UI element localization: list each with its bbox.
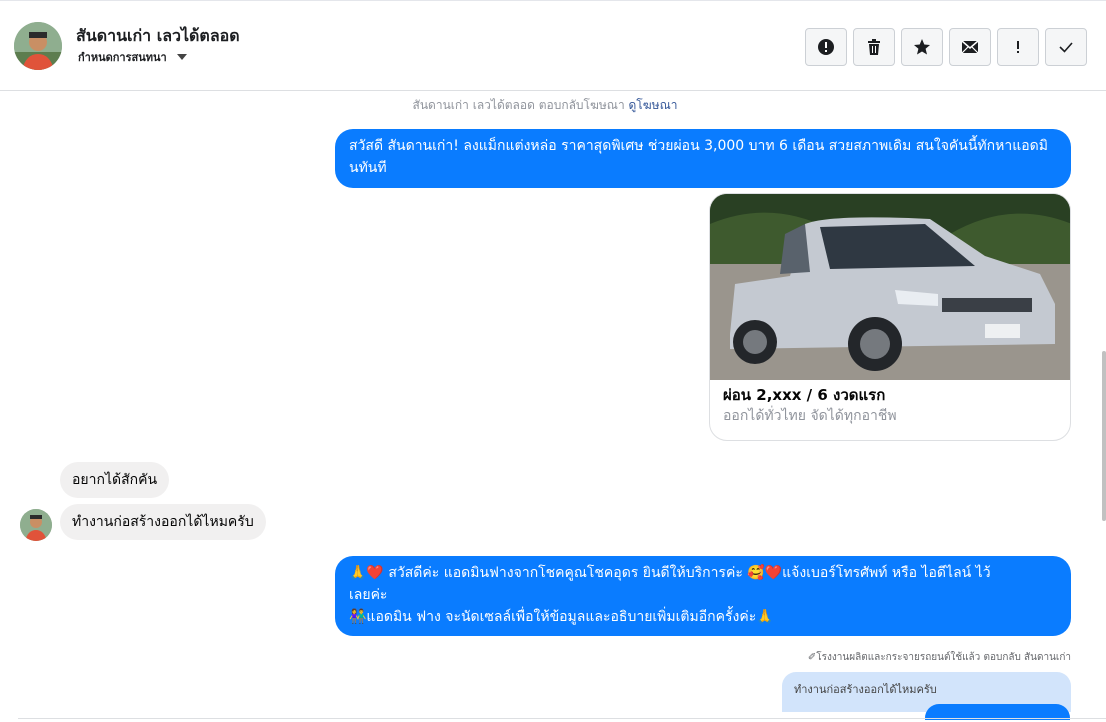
exclamation-icon: [1017, 41, 1019, 53]
ad-card-title: ผ่อน 2,xxx / 6 งวดแรก: [723, 386, 886, 404]
conversation-header: สันดานเก่า เลวได้ตลอด กำหนดการสนทนา: [0, 0, 1106, 91]
conversation-label-text: กำหนดการสนทนา: [78, 51, 167, 64]
alert-circle-icon: [818, 39, 834, 55]
message-text: สวัสดี สันดานเก่า! ลงแม็กแต่งหล่อ ราคาสุ…: [349, 138, 1048, 176]
contact-name[interactable]: สันดานเก่า เลวได้ตลอด: [76, 24, 240, 49]
message-text: ทำงานก่อสร้างออกได้ไหมครับ: [72, 514, 254, 530]
composer-divider: [18, 718, 1106, 719]
star-button[interactable]: [901, 28, 943, 66]
scrollbar-thumb[interactable]: [1102, 351, 1106, 521]
report-button[interactable]: [997, 28, 1039, 66]
incoming-message[interactable]: อยากได้สักคัน: [60, 462, 170, 498]
mark-spam-button[interactable]: [805, 28, 847, 66]
ad-card[interactable]: ผ่อน 2,xxx / 6 งวดแรก ออกได้ทั่วไทย จัดไ…: [709, 193, 1071, 441]
car-ad-image: [710, 194, 1070, 380]
contact-avatar[interactable]: [14, 22, 62, 70]
outgoing-message[interactable]: 🙏❤️ สวัสดีค่ะ แอดมินฟางจากโชคคูณโชคอุดร …: [335, 556, 1071, 636]
delete-button[interactable]: [853, 28, 895, 66]
message-line: เลยค่ะ: [349, 587, 388, 603]
mark-done-button[interactable]: [1045, 28, 1087, 66]
incoming-message[interactable]: ทำงานก่อสร้างออกได้ไหมครับ: [60, 504, 266, 540]
mark-unread-button[interactable]: [949, 28, 991, 66]
star-icon: [914, 39, 930, 55]
thread-scrollbar[interactable]: [1100, 91, 1106, 722]
message-line: 👫แอดมิน ฟาง จะนัดเซลล์เพื่อให้ข้อมูลและอ…: [349, 609, 774, 625]
sender-avatar: [20, 509, 52, 541]
message-text: อยากได้สักคัน: [72, 472, 158, 488]
ad-reply-text: สันดานเก่า เลวได้ตลอด ตอบกลับโฆษณา: [412, 98, 625, 112]
caret-down-icon: [176, 54, 187, 60]
outgoing-message[interactable]: สวัสดี สันดานเก่า! ลงแม็กแต่งหล่อ ราคาสุ…: [335, 129, 1071, 188]
message-thread: สันดานเก่า เลวได้ตลอด ตอบกลับโฆษณา ดูโฆษ…: [0, 91, 1106, 722]
envelope-icon: [961, 40, 979, 54]
reply-context-label: ✐โรงงานผลิตและกระจายรถยนต์ใช้แล้ว ตอบกลั…: [807, 652, 1071, 663]
view-ad-link[interactable]: ดูโฆษณา: [629, 98, 678, 112]
ad-card-subtitle: ออกได้ทั่วไทย จัดได้ทุกอาชีพ: [723, 408, 897, 424]
trash-icon: [868, 39, 880, 55]
conversation-toolbar: [805, 28, 1087, 66]
conversation-label-dropdown[interactable]: กำหนดการสนทนา: [78, 48, 187, 66]
check-icon: [1059, 42, 1073, 53]
ad-reply-notice: สันดานเก่า เลวได้ตลอด ตอบกลับโฆษณา ดูโฆษ…: [0, 96, 1090, 115]
message-line: 🙏❤️ สวัสดีค่ะ แอดมินฟางจากโชคคูณโชคอุดร …: [349, 565, 991, 581]
